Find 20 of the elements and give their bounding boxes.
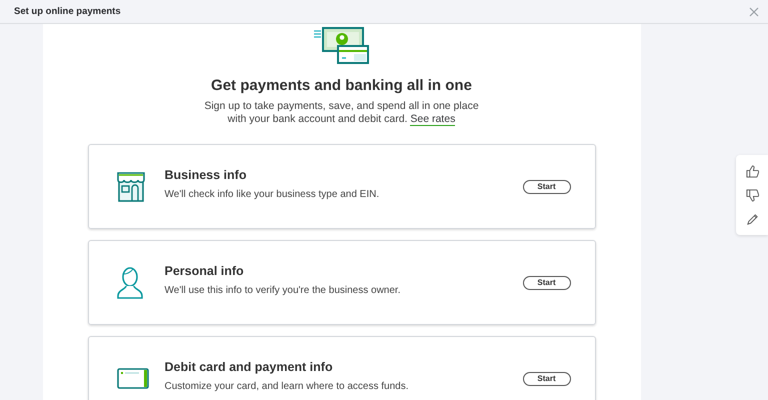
thumbs-down-icon[interactable] [746,188,758,202]
step-title: Personal info [164,264,245,278]
start-button[interactable]: Start [522,180,570,194]
see-rates-link[interactable]: See rates [410,113,456,126]
step-title: Business info [164,168,248,182]
intro-text: Sign up to take payments, save, and spend all in one place with your bank account and debit card. See rates [203,100,480,126]
person-icon [116,266,142,298]
thumbs-up-icon[interactable] [746,164,758,178]
window-title: Set up online payments [14,6,121,17]
start-button[interactable]: Start [522,276,570,290]
debit-card-icon [116,368,148,390]
start-button[interactable]: Start [522,372,570,386]
step-description: We'll check info like your business type and EIN. [164,188,380,200]
money-drawing [312,27,372,65]
storefront-icon [116,170,144,202]
step-description: Customize your card, and learn where to access funds. [164,380,410,392]
step-title: Debit card and payment info [164,360,334,374]
step-description: We'll use this info to verify you're the business owner. [164,284,402,296]
page-heading: Get payments and banking all in one [211,77,472,94]
pencil-icon[interactable] [746,212,758,226]
